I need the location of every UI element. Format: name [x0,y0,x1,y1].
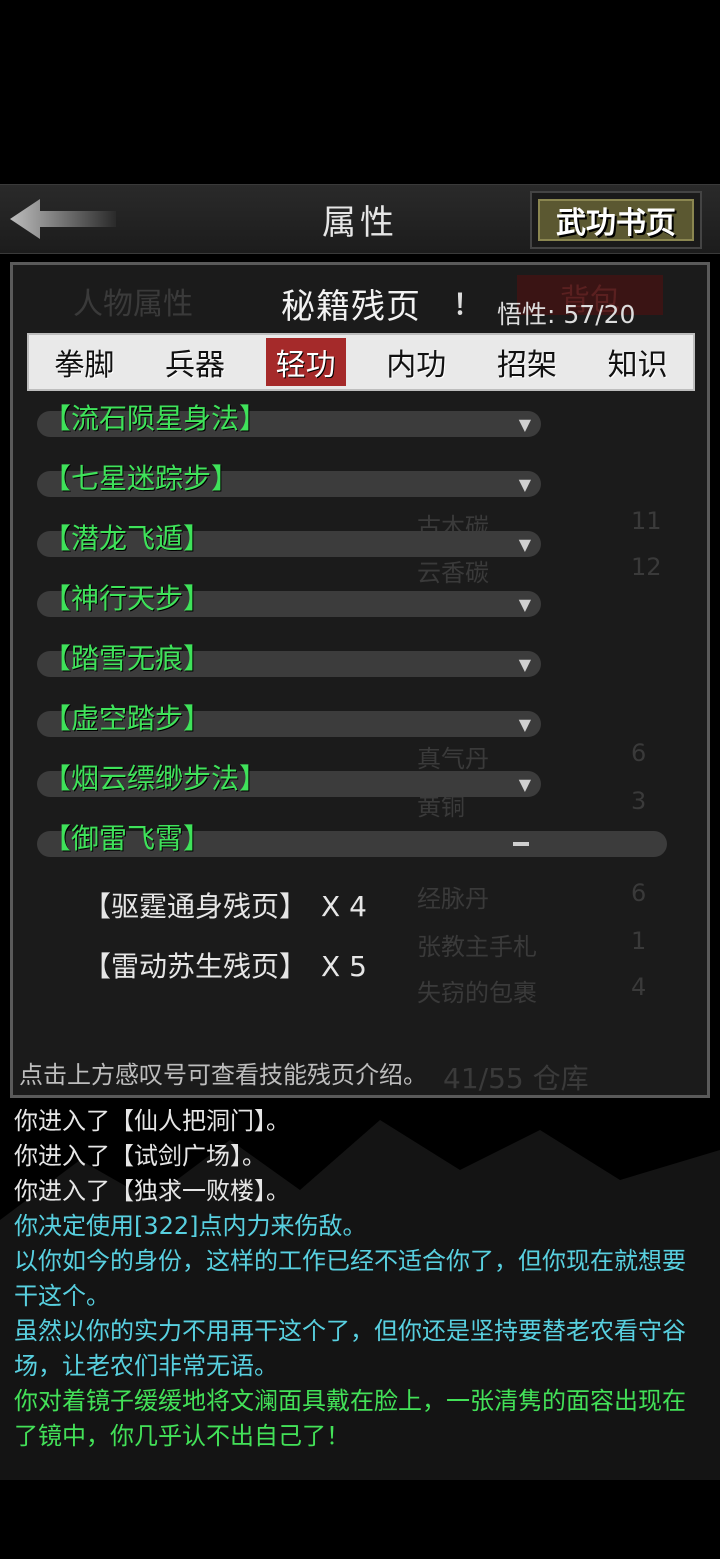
skill-name: 【御雷飞霄】 [43,822,212,855]
skill-row[interactable]: 【踏雪无痕】 ▼ [37,642,541,677]
skill-name: 【潜龙飞遁】 [43,522,212,555]
skill-row[interactable]: 【虚空踏步】 ▼ [37,702,541,737]
log-line: 你进入了【试剑广场】。 [14,1142,266,1170]
bg-item-count: 12 [631,553,662,581]
log-line: 你进入了【独求一败楼】。 [14,1177,290,1205]
chevron-down-icon: ▼ [518,415,531,434]
bg-item-count: 6 [631,879,647,907]
tab-internal[interactable]: 内功 [376,338,456,386]
fragment-item[interactable]: 【驱霆通身残页】 X 4 [83,885,367,925]
chevron-down-icon: ▼ [518,775,531,794]
skill-name: 【七星迷踪步】 [43,462,240,495]
fragment-name: 【雷动苏生残页】 [83,950,308,983]
bg-item-name: 失窃的包裹 [417,979,537,1007]
hint-text: 点击上方感叹号可查看技能残页介绍。 [19,1061,427,1089]
chevron-down-icon: ▼ [518,715,531,734]
bg-storage: 41/55 仓库 [443,1062,589,1095]
category-tabs: 拳脚 兵器 轻功 内功 招架 知识 [27,333,695,391]
book-pages-button-label: 武功书页 [538,199,694,241]
insight-value: 57/20 [563,300,636,329]
panel-title: 秘籍残页 [281,287,421,327]
tab-knowledge[interactable]: 知识 [598,338,678,386]
insight-display: 悟性: 57/20 [497,295,635,331]
skill-fragments-panel: 人物属性 背包 古木碳 11 云香碳 12 真气丹 6 黄铜 3 经脉丹 6 张… [10,262,710,1098]
fragment-item[interactable]: 【雷动苏生残页】 X 5 [83,945,367,985]
log-line: 虽然以你的实力不用再干这个了，但你还是坚持要替老农看守谷场，让老农们非常无语。 [14,1317,686,1380]
book-pages-button[interactable]: 武功书页 [530,191,702,249]
skill-row[interactable]: 【烟云缥缈步法】 ▼ [37,762,541,797]
fragment-name: 【驱霆通身残页】 [83,890,308,923]
bg-item-name: 云香碳 [417,559,489,587]
bg-item-name: 张教主手札 [417,933,537,961]
log-line: 你对着镜子缓缓地将文澜面具戴在脸上，一张清隽的面容出现在了镜中，你几乎认不出自己… [14,1387,686,1450]
message-log: 你进入了【仙人把洞门】。 你进入了【试剑广场】。 你进入了【独求一败楼】。 你决… [14,1104,704,1454]
log-line: 你进入了【仙人把洞门】。 [14,1107,290,1135]
tab-fist[interactable]: 拳脚 [44,338,124,386]
skill-row[interactable]: 【潜龙飞遁】 ▼ [37,522,541,557]
chevron-down-icon: ▼ [518,475,531,494]
bg-item-count: 6 [631,739,647,767]
collapse-icon [513,842,529,846]
top-bar: 属性 武功书页 [0,184,720,254]
bg-item-count: 3 [631,787,647,815]
skill-row[interactable]: 【神行天步】 ▼ [37,582,541,617]
skill-name: 【流石陨星身法】 [43,402,268,435]
skill-name: 【烟云缥缈步法】 [43,762,268,795]
tab-lightness[interactable]: 轻功 [265,338,346,386]
bg-item-count: 4 [631,973,647,1001]
bg-item-count: 11 [631,507,662,535]
skill-name: 【虚空踏步】 [43,702,212,735]
info-exclaim-button[interactable]: ！ [453,283,481,323]
tab-weapon[interactable]: 兵器 [155,338,235,386]
fragment-qty: X 4 [321,890,367,923]
skill-row[interactable]: 【流石陨星身法】 ▼ [37,402,541,437]
chevron-down-icon: ▼ [518,595,531,614]
chevron-down-icon: ▼ [518,655,531,674]
skill-name: 【神行天步】 [43,582,212,615]
skill-row[interactable]: 【七星迷踪步】 ▼ [37,462,541,497]
chevron-down-icon: ▼ [518,535,531,554]
tab-parry[interactable]: 招架 [487,338,567,386]
bg-item-name: 真气丹 [417,745,489,773]
skill-row-expanded[interactable]: 【御雷飞霄】 [37,822,667,857]
log-line: 你决定使用[322]点内力来伤敌。 [14,1212,367,1240]
log-line: 以你如今的身份，这样的工作已经不适合你了，但你现在就想要干这个。 [14,1247,686,1310]
insight-label: 悟性: [497,300,556,329]
panel-header: 秘籍残页 ！ 悟性: 57/20 [13,265,707,331]
skill-name: 【踏雪无痕】 [43,642,212,675]
fragment-qty: X 5 [321,950,367,983]
bg-item-name: 经脉丹 [417,885,489,913]
bg-item-count: 1 [631,927,647,955]
